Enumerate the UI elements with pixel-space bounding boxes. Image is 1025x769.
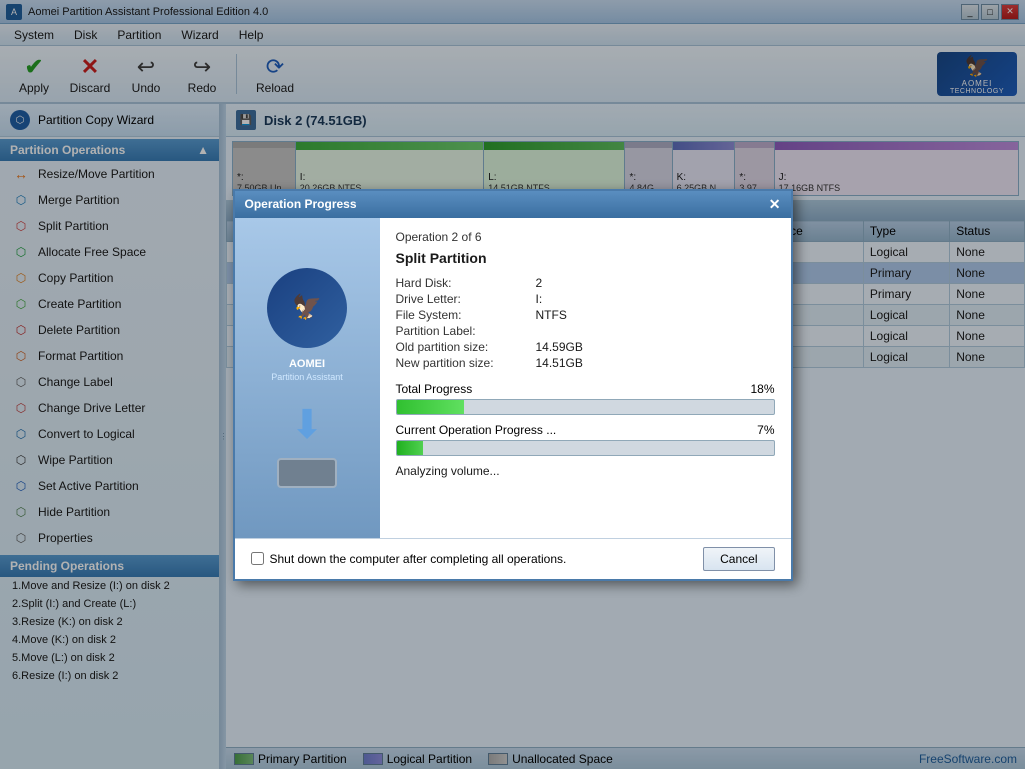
detail-val-newsize: 14.51GB bbox=[536, 356, 583, 370]
modal-title-bar: Operation Progress ✕ bbox=[235, 191, 791, 218]
detail-row-oldsize: Old partition size: 14.59GB bbox=[396, 340, 775, 354]
detail-val-filesystem: NTFS bbox=[536, 308, 567, 322]
current-progress-label: Current Operation Progress ... 7% bbox=[396, 423, 775, 437]
modal-footer: Shut down the computer after completing … bbox=[235, 538, 791, 579]
modal-status-text: Analyzing volume... bbox=[396, 464, 775, 478]
shutdown-checkbox-area[interactable]: Shut down the computer after completing … bbox=[251, 552, 567, 566]
modal-title: Operation Progress bbox=[245, 197, 357, 211]
detail-row-driveletter: Drive Letter: I: bbox=[396, 292, 775, 306]
disk-visual-icon bbox=[277, 458, 337, 488]
modal-close-button[interactable]: ✕ bbox=[769, 196, 781, 213]
aomei-modal-logo: 🦅 bbox=[267, 268, 347, 348]
detail-row-harddisk: Hard Disk: 2 bbox=[396, 276, 775, 290]
modal-right-panel: Operation 2 of 6 Split Partition Hard Di… bbox=[380, 218, 791, 538]
progress-section: Total Progress 18% Current Operation Pro… bbox=[396, 382, 775, 478]
detail-row-filesystem: File System: NTFS bbox=[396, 308, 775, 322]
detail-key-newsize: New partition size: bbox=[396, 356, 536, 370]
operation-progress-modal: Operation Progress ✕ 🦅 AOMEI Partition A… bbox=[233, 189, 793, 581]
current-progress-bar-bg bbox=[396, 440, 775, 456]
detail-key-driveletter: Drive Letter: bbox=[396, 292, 536, 306]
detail-key-partlabel: Partition Label: bbox=[396, 324, 536, 338]
modal-logo-sub: Partition Assistant bbox=[271, 372, 343, 382]
total-progress-bar-fill bbox=[397, 400, 465, 414]
detail-key-harddisk: Hard Disk: bbox=[396, 276, 536, 290]
modal-body: 🦅 AOMEI Partition Assistant ⬇ Operation … bbox=[235, 218, 791, 538]
modal-left-panel: 🦅 AOMEI Partition Assistant ⬇ bbox=[235, 218, 380, 538]
detail-val-oldsize: 14.59GB bbox=[536, 340, 583, 354]
current-progress-bar-fill bbox=[397, 441, 423, 455]
shutdown-label: Shut down the computer after completing … bbox=[270, 552, 567, 566]
total-progress-label: Total Progress 18% bbox=[396, 382, 775, 396]
cancel-button[interactable]: Cancel bbox=[703, 547, 774, 571]
current-progress-text: Current Operation Progress ... bbox=[396, 423, 557, 437]
total-progress-bar-bg bbox=[396, 399, 775, 415]
download-arrow-icon: ⬇ bbox=[290, 402, 324, 448]
detail-row-newsize: New partition size: 14.51GB bbox=[396, 356, 775, 370]
total-progress-pct: 18% bbox=[750, 382, 774, 396]
detail-key-filesystem: File System: bbox=[396, 308, 536, 322]
detail-row-partlabel: Partition Label: bbox=[396, 324, 775, 338]
modal-logo-text: AOMEI bbox=[289, 358, 325, 370]
modal-op-count: Operation 2 of 6 bbox=[396, 230, 775, 244]
shutdown-checkbox[interactable] bbox=[251, 552, 264, 565]
detail-val-driveletter: I: bbox=[536, 292, 543, 306]
detail-val-harddisk: 2 bbox=[536, 276, 543, 290]
modal-op-title: Split Partition bbox=[396, 250, 775, 266]
detail-key-oldsize: Old partition size: bbox=[396, 340, 536, 354]
modal-overlay: Operation Progress ✕ 🦅 AOMEI Partition A… bbox=[0, 0, 1025, 769]
total-progress-text: Total Progress bbox=[396, 382, 473, 396]
current-progress-pct: 7% bbox=[757, 423, 774, 437]
